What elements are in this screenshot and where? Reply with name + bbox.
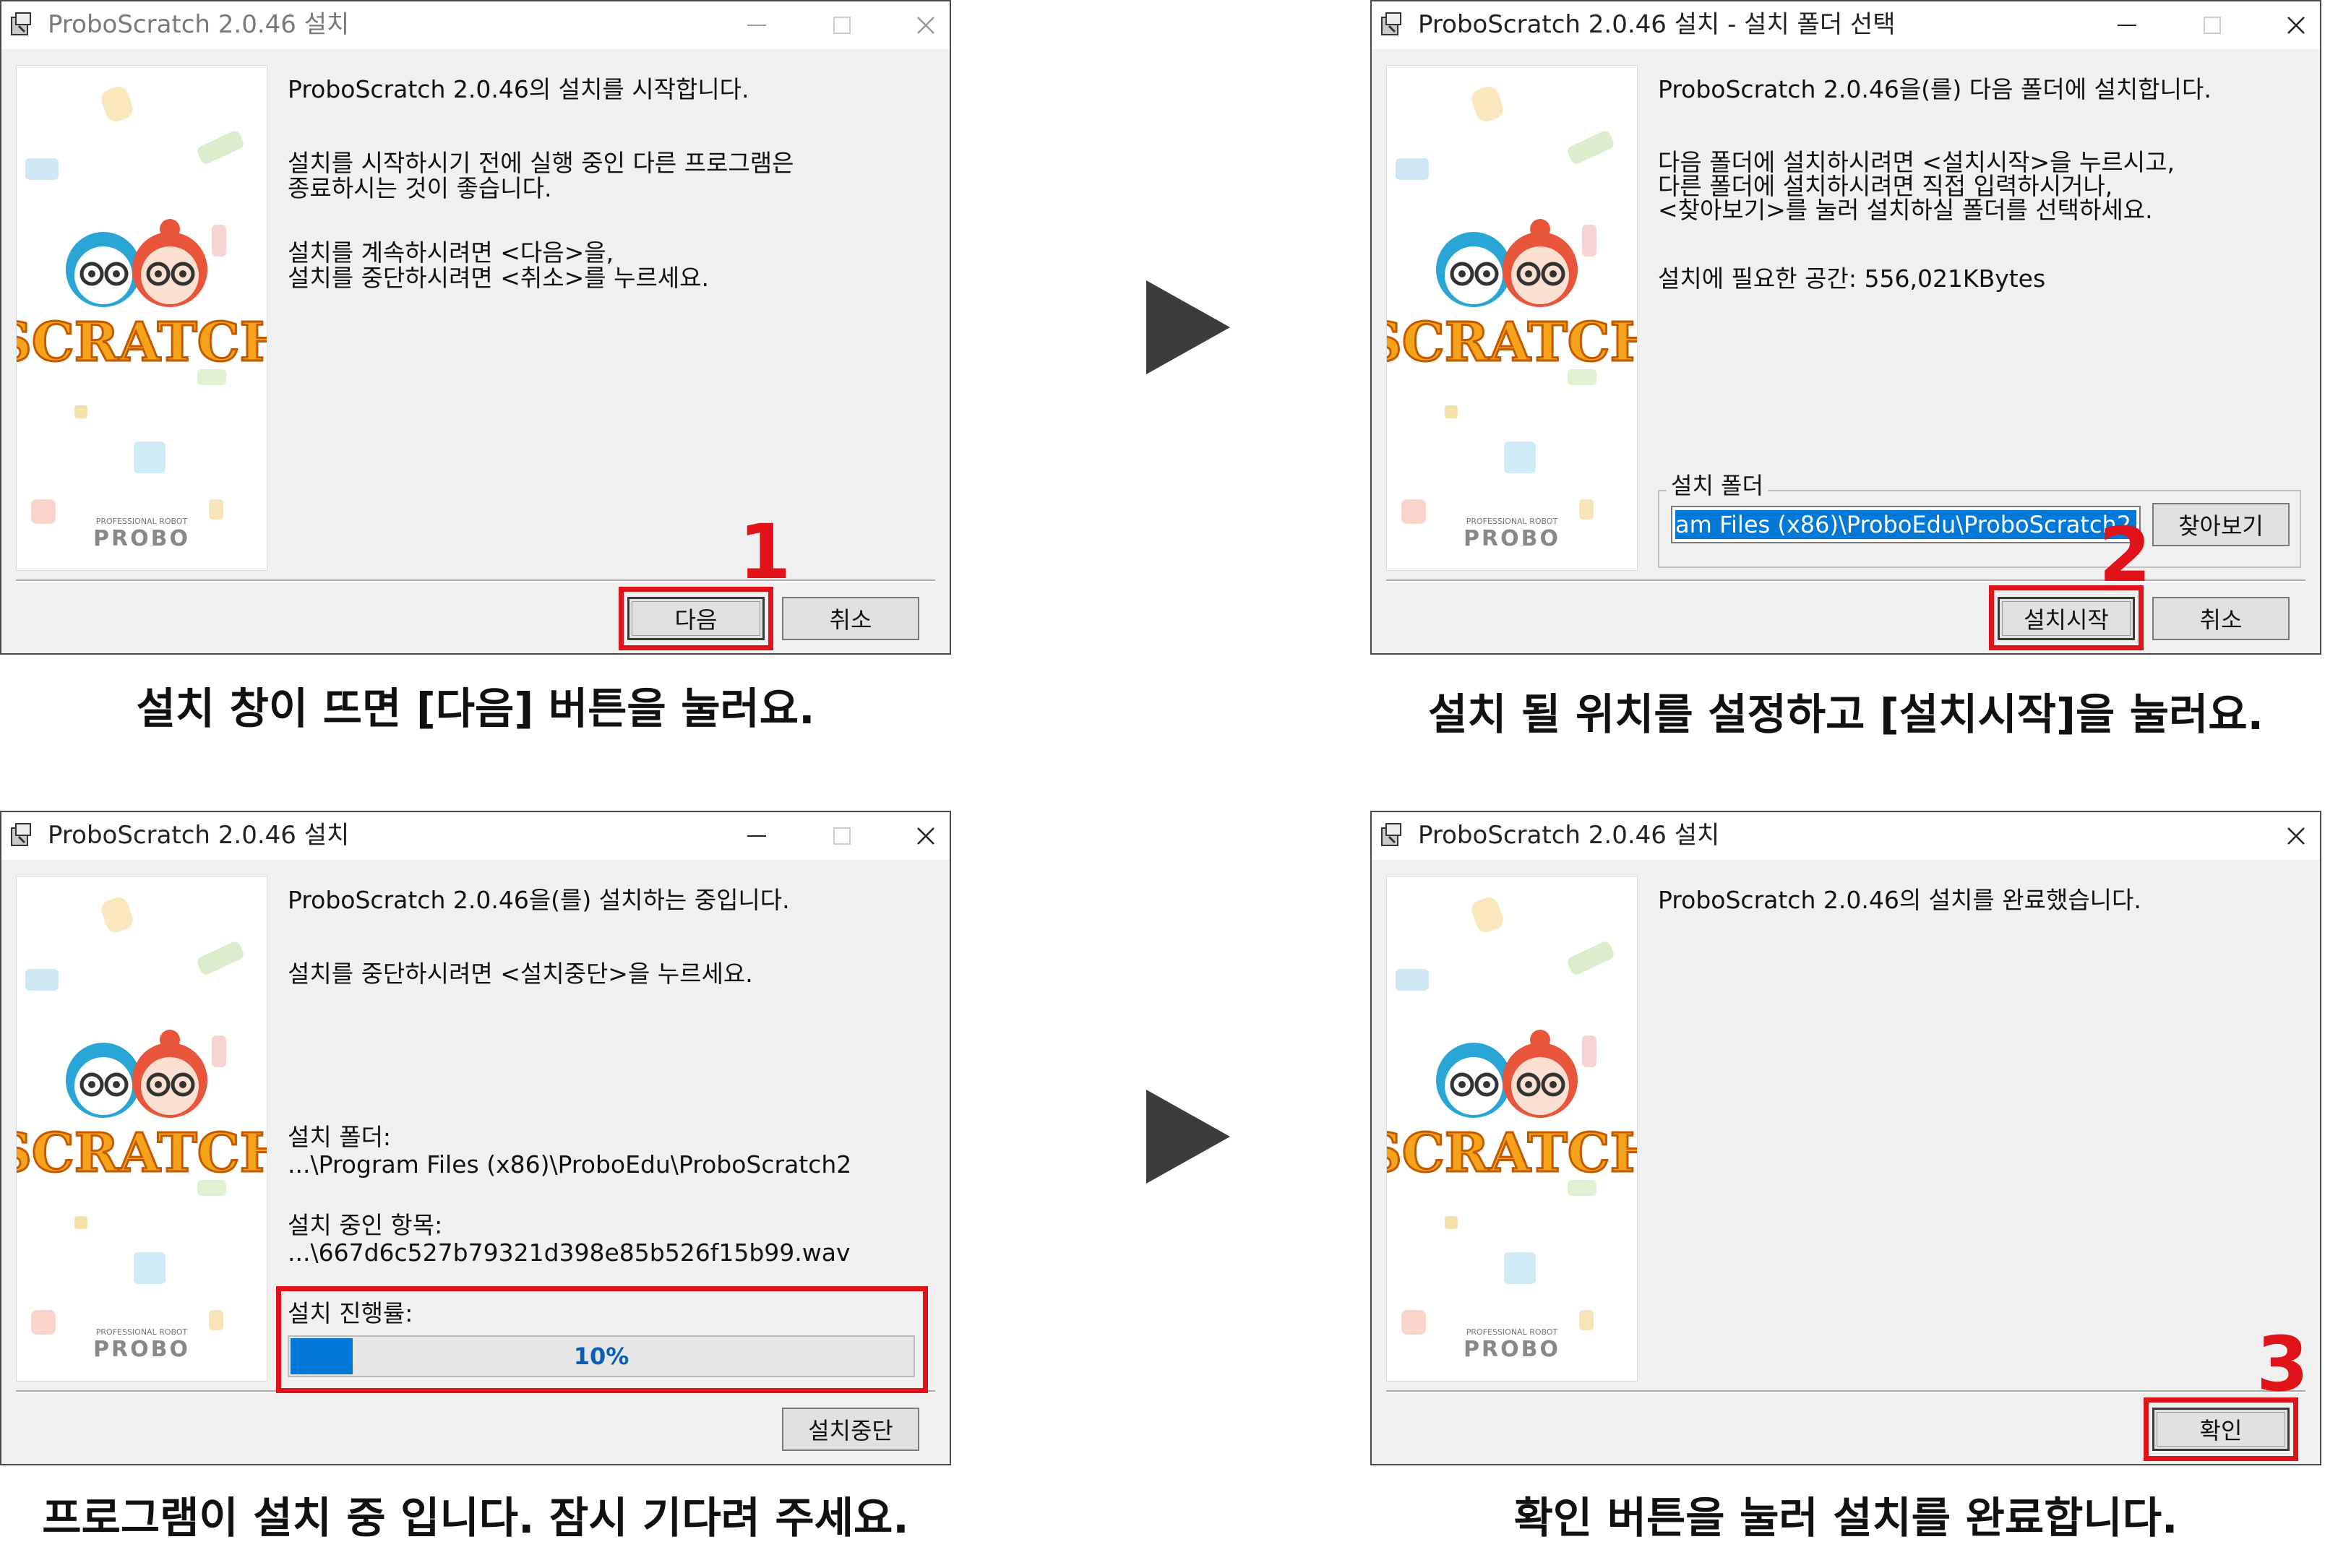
window-title: ProboScratch 2.0.46 설치 — [1418, 821, 1720, 850]
stop-install-button[interactable]: 설치중단 — [782, 1408, 919, 1451]
installer-icon — [1381, 823, 1401, 846]
welcome-heading: ProboScratch 2.0.46의 설치를 시작합니다. — [288, 75, 749, 103]
title-bar[interactable]: ProboScratch 2.0.46 설치 - 설치 폴더 선택 — [1372, 1, 2320, 49]
installer-icon — [11, 823, 31, 846]
minimize-icon[interactable] — [2109, 7, 2145, 43]
title-bar[interactable]: ProboScratch 2.0.46 설치 — [1, 1, 950, 49]
divider — [1386, 580, 2305, 582]
next-button-highlight — [619, 587, 773, 650]
stop-instructions: 설치를 중단하시려면 <설치중단>을 누르세요. — [288, 960, 753, 988]
step-marker-3: 3 — [2256, 1320, 2309, 1408]
svg-text:PROBO: PROBO — [93, 526, 190, 551]
install-folder-label: 설치 폴더 — [1667, 473, 1768, 499]
window-title: ProboScratch 2.0.46 설치 - 설치 폴더 선택 — [1418, 10, 1896, 39]
install-folder-input[interactable]: am Files (x86)\ProboEdu\ProboScratch2 — [1671, 506, 2141, 543]
progress-highlight — [276, 1286, 928, 1393]
install-folder-label: 설치 폴더: — [288, 1123, 392, 1151]
install-folder-value: ...\Program Files (x86)\ProboEdu\ProboSc… — [288, 1150, 852, 1179]
folder-heading: ProboScratch 2.0.46을(를) 다음 폴더에 설치합니다. — [1658, 75, 2212, 103]
progress-heading: ProboScratch 2.0.46을(를) 설치하는 중입니다. — [288, 886, 790, 914]
installer-window-finish: ProboScratch 2.0.46 설치 CRATC PROFESSIONA… — [1370, 811, 2321, 1465]
required-space: 설치에 필요한 공간: 556,021KBytes — [1658, 264, 2046, 293]
installer-window-welcome: ProboScratch 2.0.46 설치 CRATC PROFESSIONA… — [0, 0, 951, 655]
minimize-icon[interactable] — [739, 7, 775, 43]
svg-text:PROFESSIONAL ROBOT: PROFESSIONAL ROBOT — [96, 517, 188, 526]
svg-text:PROFESSIONAL ROBOT: PROFESSIONAL ROBOT — [1466, 517, 1558, 526]
cancel-button[interactable]: 취소 — [2152, 597, 2290, 640]
current-item-value: ...\667d6c527b79321d398e85b526f15b99.wav — [288, 1239, 851, 1267]
cancel-button[interactable]: 취소 — [782, 597, 919, 640]
installer-window-folder: ProboScratch 2.0.46 설치 - 설치 폴더 선택 CRATC … — [1370, 0, 2321, 655]
side-image: SCRATCH PROFESSIONAL ROBOT PROBO — [1386, 876, 1638, 1382]
svg-text:SCRATCH: SCRATCH — [1387, 311, 1637, 374]
side-image: SCRATCH PROFESSIONAL ROBOT PROBO — [16, 876, 267, 1382]
current-item-label: 설치 중인 항목: — [288, 1211, 443, 1239]
maximize-icon[interactable] — [824, 818, 860, 854]
next-step-arrow-icon — [1146, 280, 1230, 374]
caption-step-4: 확인 버튼을 눌러 설치를 완료합니다. — [1513, 1493, 2178, 1543]
close-icon[interactable] — [908, 818, 944, 854]
next-step-arrow-icon — [1146, 1090, 1230, 1184]
title-bar[interactable]: ProboScratch 2.0.46 설치 — [1372, 812, 2320, 860]
side-image: SCRATCH PROFESSIONAL ROBOT PROBO — [1386, 65, 1638, 571]
svg-text:SCRATCH: SCRATCH — [17, 311, 267, 374]
caption-step-1: 설치 창이 뜨면 [다음] 버튼을 눌러요. — [136, 684, 815, 733]
folder-instructions: 다음 폴더에 설치하시려면 <설치시작>을 누르시고, 다른 폴더에 설치하시려… — [1658, 148, 2175, 224]
window-title: ProboScratch 2.0.46 설치 — [48, 821, 350, 850]
scratch-side-image: SCRATCH PROFESSIONAL ROBOT PROBO — [1387, 876, 1637, 1381]
svg-text:PROFESSIONAL ROBOT: PROFESSIONAL ROBOT — [1466, 1327, 1558, 1337]
window-title: ProboScratch 2.0.46 설치 — [48, 10, 350, 39]
svg-text:PROBO: PROBO — [1464, 526, 1560, 551]
maximize-icon[interactable] — [824, 7, 860, 43]
caption-step-3: 프로그램이 설치 중 입니다. 잠시 기다려 주세요. — [42, 1493, 909, 1543]
svg-text:PROBO: PROBO — [1464, 1337, 1560, 1362]
maximize-icon[interactable] — [2194, 7, 2230, 43]
scratch-side-image: SCRATCH PROFESSIONAL ROBOT PROBO — [17, 876, 267, 1381]
svg-text:SCRATCH: SCRATCH — [17, 1122, 267, 1184]
close-icon[interactable] — [2278, 818, 2314, 854]
step-marker-2: 2 — [2099, 511, 2152, 599]
step-marker-1: 1 — [739, 508, 791, 596]
scratch-side-image: SCRATCH PROFESSIONAL ROBOT PROBO — [1387, 66, 1637, 570]
svg-text:PROFESSIONAL ROBOT: PROFESSIONAL ROBOT — [96, 1327, 188, 1337]
svg-text:SCRATCH: SCRATCH — [1387, 1122, 1637, 1184]
browse-button[interactable]: 찾아보기 — [2152, 503, 2290, 546]
divider — [1386, 1390, 2305, 1393]
continue-instructions: 설치를 계속하시려면 <다음>을, 설치를 중단하시려면 <취소>를 누르세요. — [288, 238, 710, 292]
title-bar[interactable]: ProboScratch 2.0.46 설치 — [1, 812, 950, 860]
close-icon[interactable] — [2278, 7, 2314, 43]
finish-heading: ProboScratch 2.0.46의 설치를 완료했습니다. — [1658, 886, 2141, 914]
installer-icon — [11, 12, 31, 35]
side-image: SCRATCH PROFESSIONAL ROBOT PROBO — [16, 65, 267, 571]
close-icon[interactable] — [908, 7, 944, 43]
scratch-side-image: SCRATCH PROFESSIONAL ROBOT PROBO — [17, 66, 267, 570]
divider — [16, 580, 935, 582]
installer-icon — [1381, 12, 1401, 35]
install-folder-value: am Files (x86)\ProboEdu\ProboScratch2 — [1675, 510, 2136, 539]
svg-text:PROBO: PROBO — [93, 1337, 190, 1362]
minimize-icon[interactable] — [739, 818, 775, 854]
close-programs-note: 설치를 시작하시기 전에 실행 중인 다른 프로그램은 종료하시는 것이 좋습니… — [288, 149, 794, 202]
caption-step-2: 설치 될 위치를 설정하고 [설치시작]을 눌러요. — [1427, 689, 2264, 739]
